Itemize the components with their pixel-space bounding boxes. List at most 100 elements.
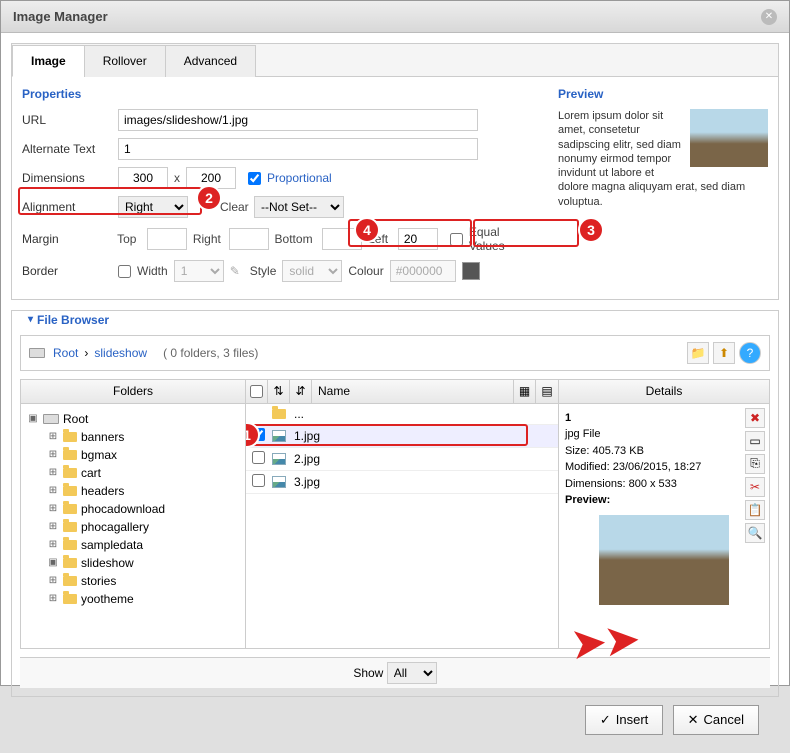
margin-right-label: Right: [193, 232, 223, 246]
file-row[interactable]: 3.jpg: [246, 471, 558, 494]
margin-top-label: Top: [117, 232, 141, 246]
alignment-label: Alignment: [22, 200, 112, 214]
alt-label: Alternate Text: [22, 142, 112, 156]
form-column: Properties URL Alternate Text Dimensions…: [22, 87, 538, 289]
panel-body: Properties URL Alternate Text Dimensions…: [12, 77, 778, 299]
name-header[interactable]: Name: [312, 380, 514, 403]
details-thumbnail: [599, 515, 729, 605]
drive-icon: [29, 348, 45, 358]
margin-top-input[interactable]: [147, 228, 187, 250]
color-swatch[interactable]: [462, 262, 480, 280]
breadcrumb: Root › slideshow ( 0 folders, 3 files): [53, 346, 679, 360]
details-header: Details: [559, 380, 769, 404]
folders-column: Folders ▣ Root ⊞banners⊞bgmax⊞cart⊞heade…: [21, 380, 246, 648]
sort-icon[interactable]: ⇅: [268, 380, 290, 403]
file-row[interactable]: 1.jpg: [246, 425, 558, 448]
equal-values-label: Equal Values: [469, 225, 538, 253]
insert-button[interactable]: ✓Insert: [585, 705, 663, 735]
file-browser-heading: File Browser: [20, 313, 117, 327]
view-icon[interactable]: 🔍: [745, 523, 765, 543]
content: Image Rollover Advanced Properties URL A…: [1, 33, 789, 753]
upload-icon[interactable]: ⬆: [713, 342, 735, 364]
breadcrumb-root[interactable]: Root: [53, 346, 78, 360]
tree-item-cart[interactable]: ⊞cart: [47, 464, 239, 482]
tree-item-headers[interactable]: ⊞headers: [47, 482, 239, 500]
cut-icon[interactable]: ✂: [745, 477, 765, 497]
proportional-checkbox[interactable]: [248, 172, 261, 185]
dimensions-label: Dimensions: [22, 171, 112, 185]
fb-main: Folders ▣ Root ⊞banners⊞bgmax⊞cart⊞heade…: [20, 379, 770, 649]
dim-x: x: [174, 171, 180, 185]
preview-column: Preview Lorem ipsum dolor sit amet, cons…: [558, 87, 768, 289]
file-action-icons: ✖ ▭ ⎘ ✂ 📋 🔍: [745, 408, 765, 543]
tree-item-sampledata[interactable]: ⊞sampledata: [47, 536, 239, 554]
file-row[interactable]: 2.jpg: [246, 448, 558, 471]
image-file-icon: [272, 430, 286, 442]
tab-rollover[interactable]: Rollover: [84, 45, 166, 77]
border-style-label: Style: [250, 264, 277, 278]
width-input[interactable]: [118, 167, 168, 189]
border-enable-checkbox[interactable]: [118, 265, 131, 278]
tree-item-bgmax[interactable]: ⊞bgmax: [47, 446, 239, 464]
paste-icon[interactable]: 📋: [745, 500, 765, 520]
delete-icon[interactable]: ✖: [745, 408, 765, 428]
margin-left-input[interactable]: [398, 228, 438, 250]
border-label: Border: [22, 264, 112, 278]
file-checkbox[interactable]: [252, 474, 265, 487]
tab-image[interactable]: Image: [12, 45, 85, 77]
proportional-label: Proportional: [267, 171, 332, 185]
view-grid-icon[interactable]: ▤: [536, 380, 558, 403]
copy-icon[interactable]: ⎘: [745, 454, 765, 474]
properties-heading: Properties: [22, 87, 538, 101]
cancel-button[interactable]: ✕Cancel: [673, 705, 759, 735]
breadcrumb-current[interactable]: slideshow: [94, 346, 147, 360]
preview-thumbnail: [690, 109, 768, 167]
alt-input[interactable]: [118, 138, 478, 160]
tabs: Image Rollover Advanced: [12, 44, 778, 77]
clear-label: Clear: [220, 200, 248, 214]
folder-status: ( 0 folders, 3 files): [163, 346, 258, 360]
tree-item-yootheme[interactable]: ⊞yootheme: [47, 590, 239, 608]
rename-icon[interactable]: ▭: [745, 431, 765, 451]
border-width-label: Width: [137, 264, 168, 278]
close-icon[interactable]: ✕: [761, 9, 777, 25]
select-all-checkbox[interactable]: [250, 385, 263, 398]
equal-values-checkbox[interactable]: [450, 233, 463, 246]
file-row-parent[interactable]: ...: [246, 404, 558, 425]
annotation-badge-3: 3: [578, 217, 604, 243]
alignment-select[interactable]: Right: [118, 196, 188, 218]
tree-root[interactable]: ▣ Root: [27, 410, 239, 428]
window-title: Image Manager: [13, 9, 108, 24]
dialog-buttons: ✓Insert ✕Cancel: [11, 697, 779, 743]
tree-item-phocagallery[interactable]: ⊞phocagallery: [47, 518, 239, 536]
tree-item-slideshow[interactable]: ▣slideshow: [47, 554, 239, 572]
files-header: ⇅ ⇵ Name ▦ ▤: [246, 380, 558, 404]
border-style-select[interactable]: solid: [282, 260, 342, 282]
image-file-icon: [272, 476, 286, 488]
tree-item-banners[interactable]: ⊞banners: [47, 428, 239, 446]
url-input[interactable]: [118, 109, 478, 131]
margin-right-input[interactable]: [229, 228, 269, 250]
tab-advanced[interactable]: Advanced: [165, 45, 256, 77]
tree-item-phocadownload[interactable]: ⊞phocadownload: [47, 500, 239, 518]
tree-item-stories[interactable]: ⊞stories: [47, 572, 239, 590]
preview-heading: Preview: [558, 87, 768, 101]
border-color-input[interactable]: [390, 260, 456, 282]
sort-ext-icon[interactable]: ⇵: [290, 380, 312, 403]
clear-select[interactable]: --Not Set--: [254, 196, 344, 218]
folders-header: Folders: [21, 380, 245, 404]
view-list-icon[interactable]: ▦: [514, 380, 536, 403]
help-icon[interactable]: ?: [739, 342, 761, 364]
border-width-select[interactable]: 1: [174, 260, 224, 282]
file-checkbox[interactable]: [252, 451, 265, 464]
url-label: URL: [22, 113, 112, 127]
new-folder-icon[interactable]: 📁: [687, 342, 709, 364]
annotation-badge-4: 4: [354, 217, 380, 243]
annotation-badge-2: 2: [196, 185, 222, 211]
image-manager-dialog: Image Manager ✕ Image Rollover Advanced …: [0, 0, 790, 686]
show-select[interactable]: All: [387, 662, 437, 684]
show-bar: Show All: [20, 657, 770, 688]
properties-panel: Image Rollover Advanced Properties URL A…: [11, 43, 779, 300]
border-color-label: Colour: [348, 264, 383, 278]
file-browser: File Browser Root › slideshow ( 0 folder…: [11, 310, 779, 697]
